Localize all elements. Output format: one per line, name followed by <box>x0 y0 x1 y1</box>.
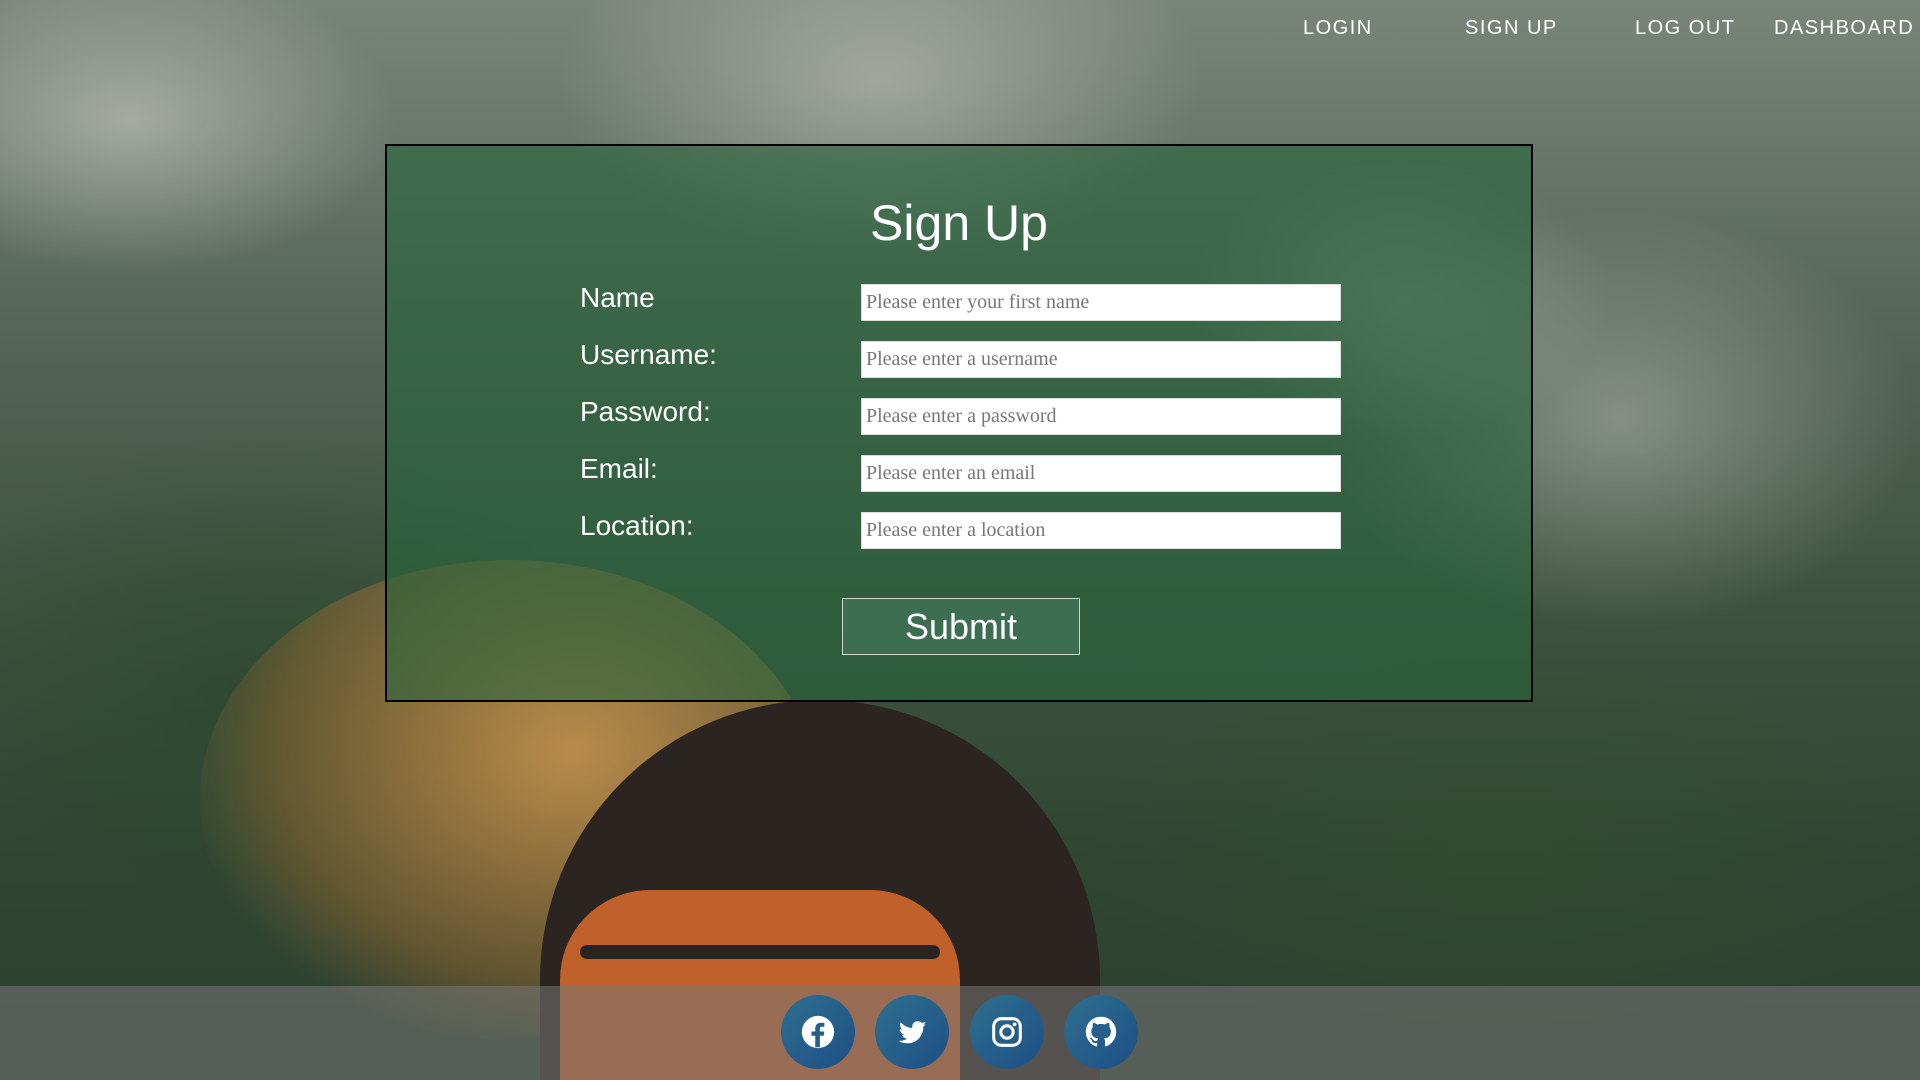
background-backpack-zipper <box>580 945 940 959</box>
nav-signup-link[interactable]: SIGN UP <box>1465 17 1558 40</box>
nav-login-link[interactable]: LOGIN <box>1303 17 1373 40</box>
facebook-icon[interactable] <box>781 995 855 1069</box>
password-input[interactable] <box>861 398 1341 435</box>
location-input[interactable] <box>861 512 1341 549</box>
name-label: Name <box>580 282 655 313</box>
nav-logout-link[interactable]: LOG OUT <box>1635 17 1736 40</box>
username-label: Username: <box>580 339 717 370</box>
facebook-glyph <box>801 1015 835 1049</box>
email-input[interactable] <box>861 455 1341 492</box>
form-title: Sign Up <box>870 195 1048 251</box>
twitter-icon[interactable] <box>875 995 949 1069</box>
twitter-glyph <box>898 1021 927 1044</box>
email-label: Email: <box>580 453 658 484</box>
github-glyph <box>1085 1016 1117 1047</box>
github-icon[interactable] <box>1064 995 1138 1069</box>
username-input[interactable] <box>861 341 1341 378</box>
top-nav: LOGIN SIGN UP LOG OUT DASHBOARD <box>0 0 1920 56</box>
submit-button[interactable]: Submit <box>842 598 1080 655</box>
instagram-icon[interactable] <box>970 995 1044 1069</box>
footer-bar <box>0 986 1920 1080</box>
location-label: Location: <box>580 510 694 541</box>
password-label: Password: <box>580 396 711 427</box>
nav-dashboard-link[interactable]: DASHBOARD <box>1774 17 1914 40</box>
signup-form-panel: Sign Up Name Username: Password: Email: … <box>385 144 1533 702</box>
name-input[interactable] <box>861 284 1341 321</box>
instagram-glyph <box>992 1017 1022 1047</box>
